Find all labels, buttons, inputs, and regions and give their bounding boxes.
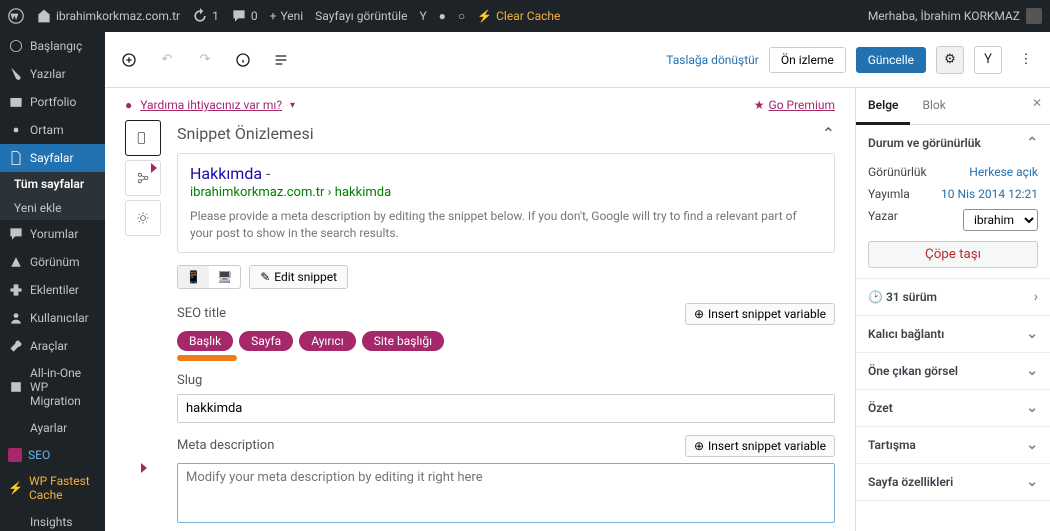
seo-title-label: SEO title — [177, 306, 226, 321]
trash-button[interactable]: Çöpe taşı — [868, 241, 1038, 268]
undo-button[interactable]: ↶ — [153, 46, 181, 74]
sidebar-item-insights[interactable]: Insights — [0, 508, 105, 531]
pill-sitetitle[interactable]: Site başlığı — [362, 331, 444, 351]
section-permalink[interactable]: Kalıcı bağlantı⌄ — [856, 316, 1050, 352]
circle-icon-2[interactable]: ○ — [458, 9, 465, 23]
section-featured[interactable]: Öne çıkan görsel⌄ — [856, 353, 1050, 389]
section-discussion[interactable]: Tartışma⌄ — [856, 427, 1050, 463]
add-block-button[interactable] — [115, 46, 143, 74]
yoast-icon[interactable]: Y — [419, 9, 426, 23]
yoast-panel-icon[interactable]: Y — [974, 46, 1002, 74]
site-name[interactable]: ibrahimkorkmaz.com.tr — [36, 8, 180, 24]
circle-icon[interactable]: ● — [439, 9, 446, 23]
insert-variable-button-2[interactable]: ⊕ Insert snippet variable — [685, 435, 835, 457]
info-button[interactable] — [229, 46, 257, 74]
mobile-icon: 📱 — [178, 266, 209, 288]
redo-button[interactable]: ↷ — [191, 46, 219, 74]
sidebar-item-settings[interactable]: Ayarlar — [0, 414, 105, 442]
edit-snippet-button[interactable]: ✎ Edit snippet — [249, 265, 348, 289]
sidebar-item-wpfc[interactable]: ⚡WP Fastest Cache — [0, 468, 105, 508]
slug-input[interactable] — [177, 394, 835, 423]
sidebar-item-comments[interactable]: Yorumlar — [0, 220, 105, 248]
help-link[interactable]: Yardıma ihtiyacınız var mı? — [140, 98, 282, 112]
sidebar-sub-new-page[interactable]: Yeni ekle — [0, 196, 105, 220]
sidebar-item-users[interactable]: Kullanıcılar — [0, 304, 105, 332]
new-content[interactable]: + Yeni — [270, 9, 304, 23]
admin-bar: ibrahimkorkmaz.com.tr 1 0 + Yeni Sayfayı… — [0, 0, 1050, 32]
pill-separator[interactable]: Ayırıcı — [299, 331, 355, 351]
tab-document[interactable]: Belge — [856, 88, 910, 125]
progress-bar — [177, 355, 237, 361]
inspector-panel: Belge Blok ✕ Durum ve görünürlük⌃ Görünü… — [855, 88, 1050, 531]
pill-page[interactable]: Sayfa — [239, 331, 293, 351]
sidebar-item-portfolio[interactable]: Portfolio — [0, 88, 105, 116]
sidebar-item-dashboard[interactable]: Başlangıç — [0, 32, 105, 60]
sidebar-item-media[interactable]: Ortam — [0, 116, 105, 144]
editor-topbar: ↶ ↷ Taslağa dönüştür Ön izleme Güncelle … — [105, 32, 1050, 88]
publish-date-link[interactable]: 10 Nis 2014 12:21 — [941, 187, 1038, 201]
section-excerpt[interactable]: Özet⌄ — [856, 390, 1050, 426]
clear-cache[interactable]: ⚡ Clear Cache — [477, 9, 560, 23]
greeting[interactable]: Merhaba, İbrahim KORKMAZ — [868, 9, 1020, 23]
wp-logo[interactable] — [8, 8, 24, 24]
settings-icon[interactable]: ⚙ — [936, 46, 964, 74]
sidebar-sub-all-pages[interactable]: Tüm sayfalar — [0, 172, 105, 196]
chevron-up-icon[interactable]: ⌃ — [1026, 135, 1038, 151]
sidebar-item-seo[interactable]: SEO — [0, 442, 105, 468]
draft-button[interactable]: Taslağa dönüştür — [666, 53, 759, 67]
revisions-row[interactable]: 🕑 31 sürüm› — [856, 279, 1050, 315]
snippet-preview: Hakkımda - ibrahimkorkmaz.com.tr › hakki… — [177, 153, 835, 253]
updates[interactable]: 1 — [192, 8, 219, 24]
yoast-tab-advanced[interactable] — [125, 200, 161, 236]
admin-sidebar: Başlangıç Yazılar Portfolio Ortam Sayfal… — [0, 32, 105, 531]
slug-label: Slug — [177, 373, 202, 388]
avatar[interactable] — [1026, 8, 1042, 24]
comments[interactable]: 0 — [231, 8, 258, 24]
insert-variable-button[interactable]: ⊕ Insert snippet variable — [685, 303, 835, 325]
section-attributes[interactable]: Sayfa özellikleri⌄ — [856, 464, 1050, 500]
close-inspector-icon[interactable]: ✕ — [1032, 96, 1042, 110]
desktop-icon: 🖥 — [209, 266, 240, 288]
outline-button[interactable] — [267, 46, 295, 74]
sidebar-item-tools[interactable]: Araçlar — [0, 332, 105, 360]
snippet-heading: Snippet Önizlemesi — [177, 124, 314, 143]
meta-description-input[interactable] — [177, 463, 835, 523]
more-icon[interactable]: ⋮ — [1012, 46, 1040, 74]
expand-triangle-icon[interactable] — [151, 163, 157, 173]
sidebar-item-appearance[interactable]: Görünüm — [0, 248, 105, 276]
go-premium-link[interactable]: ★ Go Premium — [754, 98, 835, 112]
preview-button[interactable]: Ön izleme — [769, 47, 846, 73]
author-select[interactable]: ibrahim — [963, 209, 1038, 231]
device-toggle[interactable]: 📱 🖥 — [177, 265, 241, 289]
expand-triangle-icon-2[interactable] — [141, 463, 147, 473]
tab-block[interactable]: Blok — [910, 88, 957, 124]
update-button[interactable]: Güncelle — [856, 47, 926, 73]
collapse-icon[interactable]: ⌃ — [822, 124, 835, 143]
meta-label: Meta description — [177, 438, 274, 453]
sidebar-item-migration[interactable]: All-in-One WP Migration — [0, 360, 105, 414]
yoast-tab-snippet[interactable] — [125, 120, 161, 156]
sidebar-item-posts[interactable]: Yazılar — [0, 60, 105, 88]
visibility-link[interactable]: Herkese açık — [969, 165, 1038, 179]
sidebar-item-pages[interactable]: Sayfalar — [0, 144, 105, 172]
view-page[interactable]: Sayfayı görüntüle — [315, 9, 407, 23]
pill-title[interactable]: Başlık — [177, 331, 233, 351]
chevron-down-icon[interactable]: ▾ — [290, 100, 295, 111]
sidebar-item-plugins[interactable]: Eklentiler — [0, 276, 105, 304]
